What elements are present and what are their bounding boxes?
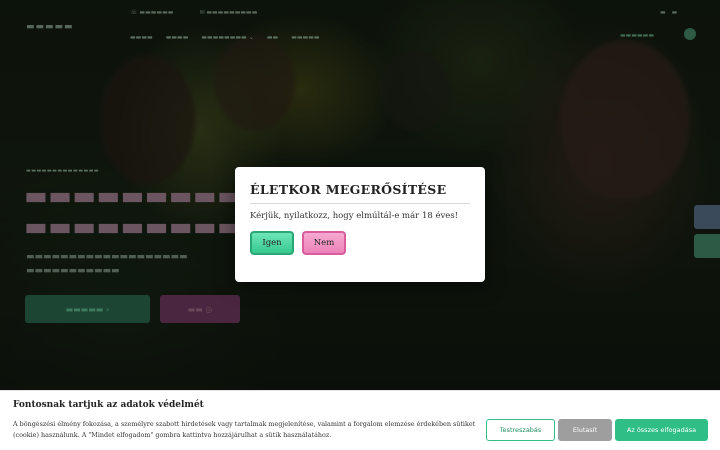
nav-item: ▬▬▬▬▬ — [291, 34, 320, 41]
customize-button[interactable]: Testreszabás — [486, 419, 555, 441]
hero-subtext: ▬▬▬▬▬▬▬▬▬▬▬▬▬▬▬▬▬▬▬ ▬▬▬▬▬▬▬▬▬▬▬ — [26, 252, 188, 277]
cookie-banner: Fontosnak tartjuk az adatok védelmét A b… — [0, 390, 720, 450]
hero-tagline: ▬▬▬▬▬▬▬▬▬▬▬▬▬▬ — [26, 168, 100, 174]
site-logo: ▬▬▬▬▬ — [26, 22, 74, 32]
modal-divider — [250, 203, 470, 204]
nav-item: ▬▬ — [266, 34, 279, 41]
modal-title: ÉLETKOR MEGERŐSÍTÉSE — [250, 182, 447, 197]
phone-icon: ☏ ▬▬▬▬▬▬ — [130, 9, 174, 16]
mail-icon: ✉ ▬▬▬▬▬▬▬▬▬ — [199, 9, 258, 16]
yes-button[interactable]: Igen — [250, 231, 294, 255]
main-nav: ▬▬▬▬ ▬▬▬▬ ▬▬▬▬▬▬▬▬ ⌄ ▬▬ ▬▬▬▬▬ — [130, 34, 320, 41]
reject-button[interactable]: Elutasít — [558, 419, 612, 441]
cookie-title: Fontosnak tartjuk az adatok védelmét — [13, 400, 204, 410]
cart-link: ▬▬▬▬▬▬ — [620, 32, 655, 39]
cart-icon — [684, 28, 696, 40]
language-switcher: ▬ ▬ — [660, 9, 678, 16]
cookie-description: A böngészési élmény fokozása, a személyr… — [13, 420, 476, 440]
modal-message: Kérjük, nyilatkozz, hogy elmúltál-e már … — [250, 211, 459, 221]
nav-item: ▬▬▬▬▬▬▬▬ ⌄ — [201, 34, 254, 41]
age-verification-modal: ÉLETKOR MEGERŐSÍTÉSE Kérjük, nyilatkozz,… — [235, 167, 485, 282]
topbar-contact: ☏ ▬▬▬▬▬▬ ✉ ▬▬▬▬▬▬▬▬▬ — [130, 9, 257, 16]
side-widget — [694, 234, 720, 258]
modal-actions: Igen Nem — [250, 231, 470, 255]
side-widget — [694, 205, 720, 229]
no-button[interactable]: Nem — [302, 231, 346, 255]
accept-all-button[interactable]: Az összes elfogadása — [615, 419, 708, 441]
nav-item: ▬▬▬▬ — [165, 34, 189, 41]
nav-item: ▬▬▬▬ — [130, 34, 153, 41]
hero-primary-button: ▬▬▬▬▬ › — [25, 295, 150, 323]
hero-secondary-button: ▬▬ ◎ — [160, 295, 240, 323]
